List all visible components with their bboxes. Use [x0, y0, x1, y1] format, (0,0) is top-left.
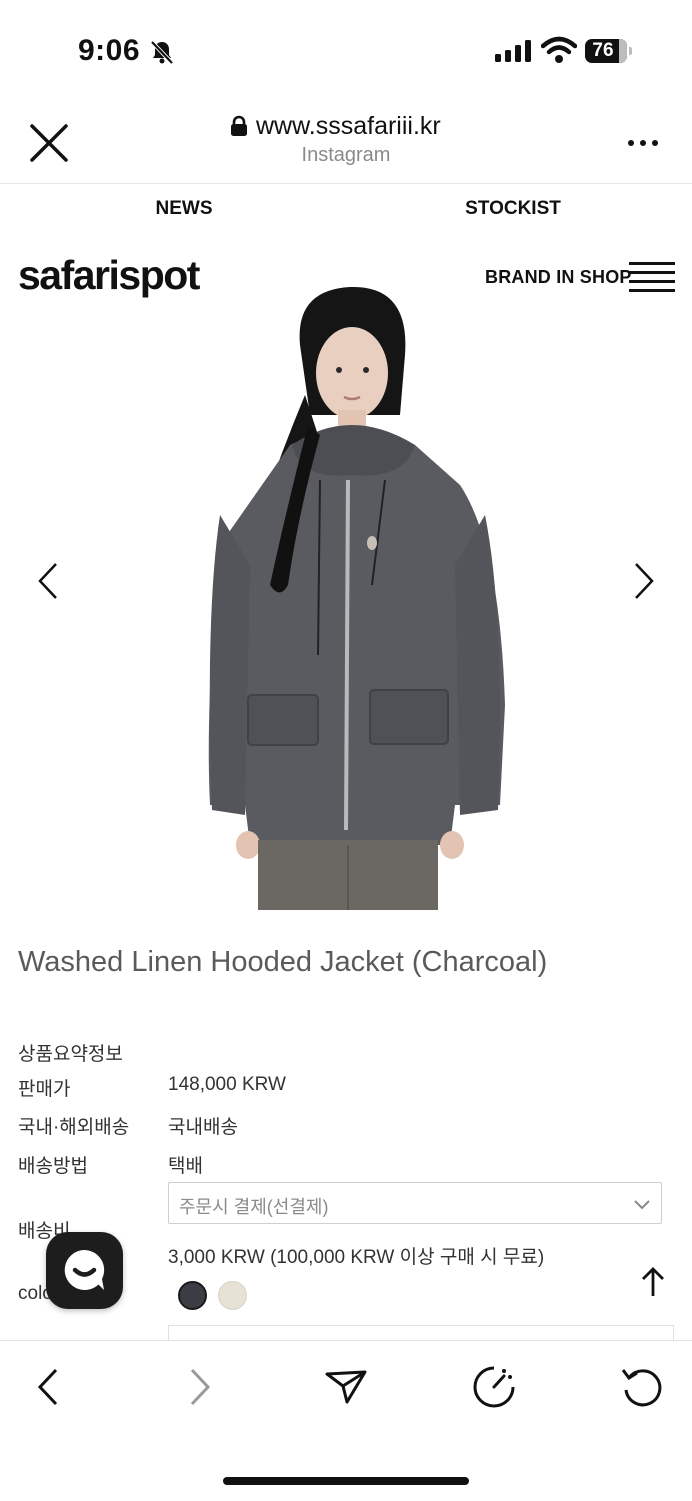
back-icon[interactable] [26, 1364, 72, 1410]
shipping-fee-value: 3,000 KRW (100,000 KRW 이상 구매 시 무료) [168, 1247, 545, 1268]
product-image[interactable] [200, 285, 510, 910]
site-logo[interactable]: safarispot [18, 252, 200, 299]
chevron-right-icon[interactable] [628, 560, 658, 602]
swatch-charcoal[interactable] [178, 1281, 207, 1310]
battery-level: 76 [592, 40, 614, 61]
shipping-method-value: 택배 [168, 1156, 203, 1177]
home-indicator [223, 1477, 469, 1485]
header-divider [0, 183, 692, 184]
swatch-ivory[interactable] [218, 1281, 247, 1310]
price-label: 판매가 [18, 1079, 71, 1100]
chat-button[interactable] [46, 1232, 123, 1309]
chevron-down-icon [634, 1200, 650, 1210]
battery-icon: 76 [585, 39, 633, 63]
close-icon[interactable] [28, 122, 70, 164]
hamburger-menu-icon[interactable] [629, 261, 675, 293]
shipping-fee-select[interactable]: 주문시 결제(선결제) [168, 1182, 662, 1224]
lock-icon [231, 115, 247, 136]
chevron-left-icon[interactable] [34, 560, 64, 602]
cellular-signal-icon [495, 40, 531, 62]
chat-icon [64, 1250, 105, 1290]
speedometer-icon[interactable] [471, 1364, 517, 1410]
summary-label: 상품요약정보 [18, 1044, 123, 1065]
shipping-region-value: 국내배송 [168, 1117, 238, 1138]
bell-muted-icon [150, 40, 174, 65]
url-text: www.sssafariii.kr [256, 111, 441, 140]
product-title: Washed Linen Hooded Jacket (Charcoal) [18, 946, 548, 978]
more-icon[interactable] [626, 138, 660, 148]
reload-icon[interactable] [619, 1364, 665, 1410]
nav-stockist-link[interactable]: STOCKIST [450, 198, 576, 220]
arrow-up-icon[interactable] [640, 1266, 666, 1298]
status-time: 9:06 [78, 34, 141, 67]
wifi-icon [541, 36, 577, 63]
share-icon[interactable] [323, 1364, 369, 1410]
forward-icon[interactable] [176, 1364, 222, 1410]
shipping-fee-select-text: 주문시 결제(선결제) [179, 1197, 329, 1217]
shipping-region-label: 국내·해외배송 [18, 1117, 130, 1138]
address-bar[interactable]: www.sssafariii.kr [230, 108, 470, 144]
price-value: 148,000 KRW [168, 1074, 286, 1095]
nav-news-link[interactable]: NEWS [132, 198, 236, 220]
shipping-method-label: 배송방법 [18, 1156, 88, 1177]
source-app-label: Instagram [301, 144, 391, 166]
